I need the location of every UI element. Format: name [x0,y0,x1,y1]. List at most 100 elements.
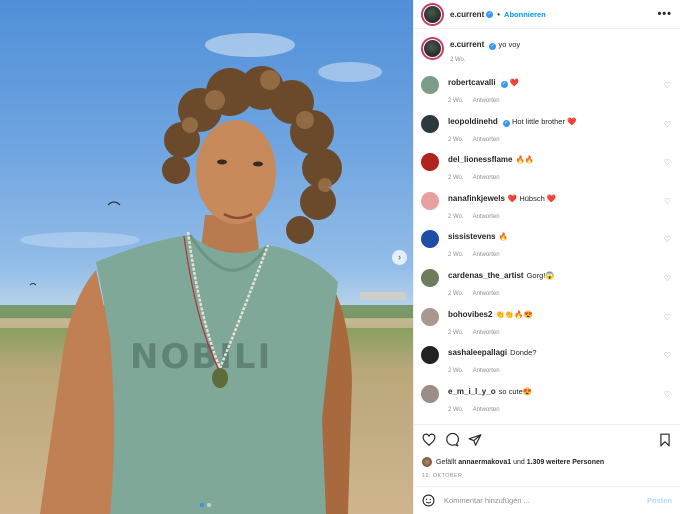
comment-text: Hot little brother ❤️ [512,116,577,126]
comment-item: nanafinkjewels ❤️ Hübsch ❤️ 2 Wo. Antworten… [421,189,673,228]
emoji-smiley-icon[interactable] [422,494,435,507]
reply-button[interactable]: Antworten [473,214,500,220]
carousel-dot-active [200,503,204,507]
verified-badge-icon: ✓ [489,43,497,50]
commenter-avatar[interactable] [421,268,439,287]
carousel-dots [200,503,211,507]
comment-item: leopoldinehd ✓ Hot little brother ❤️ 2 Wo.… [421,112,673,151]
post-actions [414,424,680,454]
reply-button[interactable]: Antworten [473,252,500,258]
comment-time: 2 Wo. [448,175,464,182]
commenter-avatar[interactable] [421,307,439,326]
comment-text: 🔥🔥 [515,155,535,165]
commenter-avatar[interactable] [421,346,439,365]
photo-illustration: NOBILI [0,33,413,514]
commenter-avatar[interactable] [421,153,439,172]
likes-summary: Gefällt annaermakova1 und 1.309 weitere … [414,454,680,470]
comment-time: 2 Wo. [448,368,464,375]
comment-username[interactable]: sissistevens [448,232,496,241]
caption-avatar[interactable] [421,37,444,60]
comment-bubble-icon[interactable] [445,432,459,447]
comment-username[interactable]: cardenas_the_artist [448,271,524,280]
comment-like-heart-icon[interactable]: ♡ [664,274,671,283]
commenter-avatar[interactable] [421,191,439,210]
comment-username[interactable]: nanafinkjewels [448,194,505,203]
comment-like-heart-icon[interactable]: ♡ [664,197,671,206]
carousel-next-button[interactable]: › [392,250,407,265]
share-send-icon[interactable] [468,433,482,447]
caption-text: yo voy [498,40,521,49]
more-options-icon[interactable]: ••• [657,8,672,20]
comment-time: 2 Wo. [448,406,464,413]
author-avatar[interactable] [421,2,444,26]
comment-item: sissistevens 🔥 2 Wo. Antworten ♡ [421,227,673,266]
add-comment-bar: Posten [414,486,680,514]
shirt-print-text: NOBILI [130,337,272,377]
post-photo[interactable]: NOBILI › [0,0,413,514]
comment-list[interactable]: e.current ✓ yo voy 2 Wo. robertcavalli ✓ ❤… [414,29,680,424]
comment-username[interactable]: leopoldinehd [448,117,498,126]
comment-like-heart-icon[interactable]: ♡ [664,390,671,399]
commenter-avatar[interactable] [421,114,439,133]
commenter-avatar[interactable] [421,76,439,94]
liker-avatar[interactable] [422,457,432,467]
caption-time: 2 Wo. [450,57,466,63]
post-caption: e.current ✓ yo voy 2 Wo. [421,35,673,73]
carousel-dot [207,503,211,507]
comment-like-heart-icon[interactable]: ♡ [664,158,671,167]
caption-username[interactable]: e.current [450,40,484,49]
reply-button[interactable]: Antworten [473,137,500,143]
comment-text: Gorg!😱 [526,270,555,280]
comment-time: 2 Wo. [448,252,464,259]
follow-button[interactable]: Abonnieren [504,10,546,19]
comment-like-heart-icon[interactable]: ♡ [664,81,671,90]
reply-button[interactable]: Antworten [473,330,500,336]
likes-prefix: Gefällt [436,458,457,466]
reply-button[interactable]: Antworten [473,175,500,181]
reply-button[interactable]: Antworten [473,368,500,374]
comment-username[interactable]: e_m_i_l_y_o [448,387,496,396]
post-header: e.current ✓ • Abonnieren ••• [414,0,680,29]
comment-username[interactable]: bohovibes2 [448,310,492,319]
comment-input[interactable] [444,496,647,505]
author-username[interactable]: e.current [450,10,484,19]
commenter-avatar[interactable] [421,384,439,403]
post-date: 12. OKTOBER [422,473,463,479]
comment-item: del_lionessflame 🔥🔥 2 Wo. Antworten ♡ [421,150,673,189]
comment-time: 2 Wo. [448,213,464,220]
comment-text: Donde? [510,348,537,358]
verified-badge-icon: ✓ [502,119,510,127]
verified-badge-icon: ✓ [486,10,494,18]
comment-text: 👏👏🔥😍 [495,309,533,319]
comment-time: 2 Wo. [448,98,464,104]
reply-button[interactable]: Antworten [473,407,500,413]
comment-like-heart-icon[interactable]: ♡ [664,351,671,360]
comment-like-heart-icon[interactable]: ♡ [664,120,671,129]
comment-time: 2 Wo. [448,290,464,297]
like-heart-icon[interactable] [422,433,436,447]
comment-text: ❤️ [509,78,520,87]
likes-middle: und [513,458,525,466]
post-sidebar: e.current ✓ • Abonnieren ••• e.current ✓ … [413,0,680,514]
comment-username[interactable]: robertcavalli [448,78,496,87]
comment-like-heart-icon[interactable]: ♡ [664,235,671,244]
comment-text: so cute😍 [498,386,533,396]
verified-badge-icon: ✓ [500,81,508,88]
save-bookmark-icon[interactable] [658,433,672,447]
commenter-avatar[interactable] [421,230,439,249]
comment-time: 2 Wo. [448,329,464,336]
liker-username[interactable]: annaermakova1 [458,459,511,466]
comment-text: ❤️ Hübsch ❤️ [507,193,557,203]
comment-item: bohovibes2 👏👏🔥😍 2 Wo. Antworten ♡ [421,305,673,344]
reply-button[interactable]: Antworten [473,291,500,297]
likes-count[interactable]: 1.309 weitere Personen [527,459,604,466]
comment-item: e_m_i_l_y_o so cute😍 2 Wo. Antworten ♡ [421,382,673,421]
comment-username[interactable]: sashaleepallagi [448,348,507,357]
comment-username[interactable]: del_lionessflame [448,155,512,164]
comment-time: 2 Wo. [448,136,464,143]
comment-item: robertcavalli ✓ ❤️ 2 Wo. Antworten ♡ [421,73,673,112]
comment-item: cardenas_the_artist Gorg!😱 2 Wo. Antworten ♡ [421,266,673,305]
comment-like-heart-icon[interactable]: ♡ [664,313,671,322]
post-comment-button[interactable]: Posten [647,496,672,505]
reply-button[interactable]: Antworten [473,98,500,104]
